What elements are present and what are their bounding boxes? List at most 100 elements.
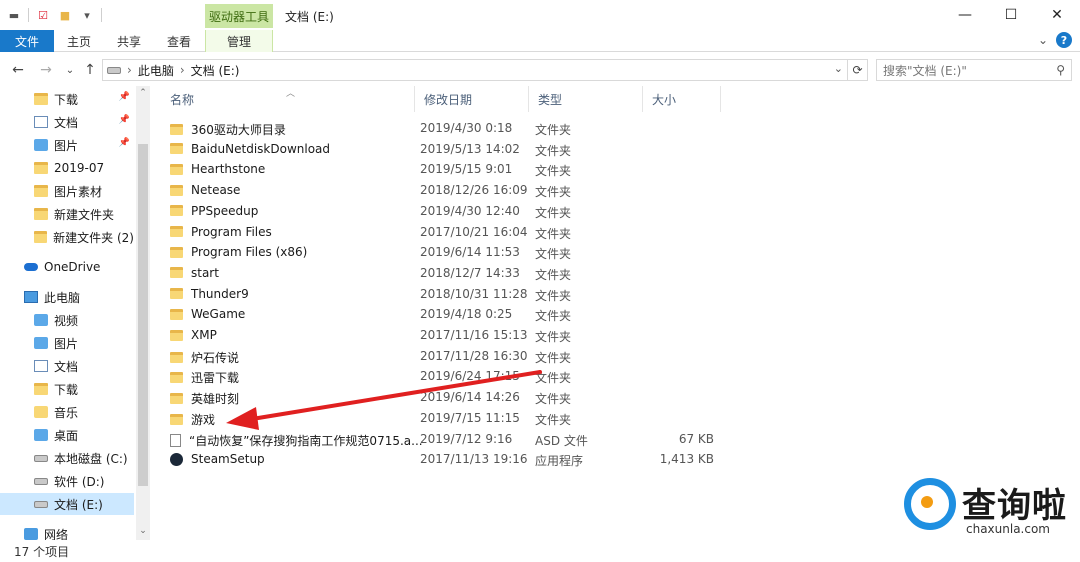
maximize-button[interactable]: ☐ xyxy=(988,0,1034,30)
close-button[interactable]: ✕ xyxy=(1034,0,1080,30)
scrollbar-thumb[interactable] xyxy=(138,144,148,486)
sidebar-item[interactable]: 图片 📌 xyxy=(0,134,134,156)
scroll-down-icon[interactable]: ⌄ xyxy=(136,524,150,538)
sidebar-item-label: 网络 xyxy=(44,527,69,541)
file-name-cell[interactable]: start xyxy=(170,266,219,280)
address-bar[interactable]: › 此电脑 › 文档 (E:) ⌄ xyxy=(102,59,848,81)
sidebar-item[interactable]: 音乐 xyxy=(0,401,134,423)
file-row[interactable]: Thunder9 2018/10/31 11:28 文件夹 xyxy=(170,284,1070,305)
sidebar-item[interactable]: 网络 xyxy=(0,523,134,540)
minimize-button[interactable]: — xyxy=(942,0,988,30)
file-name-cell[interactable]: PPSpeedup xyxy=(170,204,258,218)
file-name-cell[interactable]: 迅雷下载 xyxy=(170,369,239,386)
drive-icon[interactable]: ▬ xyxy=(6,7,22,23)
customize-toolbar-icon[interactable]: ▾ xyxy=(79,7,95,23)
file-row[interactable]: 英雄时刻 2019/6/14 14:26 文件夹 xyxy=(170,387,1070,408)
file-date: 2019/6/14 11:53 xyxy=(420,245,520,260)
search-icon[interactable]: ⚲ xyxy=(1056,63,1065,77)
file-row[interactable]: Hearthstone 2019/5/15 9:01 文件夹 xyxy=(170,159,1070,180)
file-name-cell[interactable]: XMP xyxy=(170,328,217,342)
refresh-button[interactable]: ⟳ xyxy=(848,59,868,81)
sidebar-item[interactable]: 新建文件夹 (2) xyxy=(0,226,134,248)
file-name-cell[interactable]: Program Files xyxy=(170,225,272,239)
file-name-cell[interactable]: Hearthstone xyxy=(170,162,265,176)
folder-icon xyxy=(170,308,183,320)
file-row[interactable]: “自动恢复”保存搜狗指南工作规范0715.a... 2019/7/12 9:16 A… xyxy=(170,429,1070,450)
sidebar-item[interactable]: 本地磁盘 (C:) xyxy=(0,447,134,469)
sidebar-item[interactable]: 桌面 xyxy=(0,424,134,446)
sidebar-item[interactable]: 下载 xyxy=(0,378,134,400)
file-row[interactable]: Program Files 2017/10/21 16:04 文件夹 xyxy=(170,222,1070,243)
tab-view[interactable]: 查看 xyxy=(158,30,200,52)
file-name-cell[interactable]: Thunder9 xyxy=(170,287,249,301)
file-name-cell[interactable]: 360驱动大师目录 xyxy=(170,121,286,138)
file-name-cell[interactable]: BaiduNetdiskDownload xyxy=(170,142,330,156)
scroll-up-icon[interactable]: ⌃ xyxy=(136,86,150,100)
file-row[interactable]: 游戏 2019/7/15 11:15 文件夹 xyxy=(170,408,1070,429)
file-name-cell[interactable]: Program Files (x86) xyxy=(170,245,307,259)
file-name: start xyxy=(191,265,219,280)
file-row[interactable]: 360驱动大师目录 2019/4/30 0:18 文件夹 xyxy=(170,118,1070,139)
sidebar-item[interactable]: 图片素材 xyxy=(0,180,134,202)
new-folder-icon[interactable]: ■ xyxy=(57,7,73,23)
file-date: 2017/11/28 16:30 xyxy=(420,348,528,363)
file-row[interactable]: Netease 2018/12/26 16:09 文件夹 xyxy=(170,180,1070,201)
nav-scrollbar[interactable]: ⌃ ⌄ xyxy=(136,86,150,540)
column-header-type[interactable]: 类型 xyxy=(528,86,642,112)
back-button[interactable]: ← xyxy=(8,60,28,80)
file-row[interactable]: 迅雷下载 2019/6/24 17:15 文件夹 xyxy=(170,366,1070,387)
help-icon[interactable]: ? xyxy=(1056,32,1072,48)
file-name-cell[interactable]: SteamSetup xyxy=(170,452,265,466)
folder-icon xyxy=(170,329,183,341)
sidebar-item[interactable]: 此电脑 xyxy=(0,286,134,308)
sidebar-item[interactable]: 图片 xyxy=(0,332,134,354)
folder-icon xyxy=(170,226,183,237)
sidebar-item-label: 桌面 xyxy=(54,428,79,443)
file-row[interactable]: XMP 2017/11/16 15:13 文件夹 xyxy=(170,325,1070,346)
breadcrumb-current[interactable]: 文档 (E:) xyxy=(191,62,240,79)
tab-home[interactable]: 主页 xyxy=(58,30,100,52)
sidebar-item[interactable]: 下载 📌 xyxy=(0,88,134,110)
address-dropdown-icon[interactable]: ⌄ xyxy=(834,62,843,75)
this-pc-icon xyxy=(24,291,38,303)
expand-ribbon-icon[interactable]: ⌄ xyxy=(1038,33,1048,47)
tab-manage[interactable]: 管理 xyxy=(205,30,273,52)
download-folder-icon xyxy=(34,93,48,105)
file-name-cell[interactable]: 英雄时刻 xyxy=(170,390,239,407)
tab-file[interactable]: 文件 xyxy=(0,30,54,52)
file-type: 文件夹 xyxy=(535,350,572,365)
breadcrumb-this-pc[interactable]: 此电脑 xyxy=(138,62,174,79)
file-name-cell[interactable]: Netease xyxy=(170,183,240,197)
file-row[interactable]: WeGame 2019/4/18 0:25 文件夹 xyxy=(170,304,1070,325)
recent-locations-button[interactable]: ⌄ xyxy=(60,60,80,80)
file-row[interactable]: SteamSetup 2017/11/13 19:16 应用程序 1,413 KB xyxy=(170,449,1070,470)
sidebar-item[interactable]: 2019-07 xyxy=(0,157,134,179)
sidebar-item[interactable]: 文档 (E:) xyxy=(0,493,134,515)
file-date: 2017/10/21 16:04 xyxy=(420,224,528,239)
sidebar-item[interactable]: 视频 xyxy=(0,309,134,331)
file-row[interactable]: BaiduNetdiskDownload 2019/5/13 14:02 文件夹 xyxy=(170,139,1070,160)
file-row[interactable]: 炉石传说 2017/11/28 16:30 文件夹 xyxy=(170,346,1070,367)
column-header-size[interactable]: 大小 xyxy=(642,86,720,112)
column-header-date[interactable]: 修改日期 xyxy=(414,86,528,112)
column-divider[interactable] xyxy=(720,86,721,112)
file-name-cell[interactable]: “自动恢复”保存搜狗指南工作规范0715.a... xyxy=(170,432,423,449)
sidebar-item[interactable]: 文档 xyxy=(0,355,134,377)
file-name-cell[interactable]: 游戏 xyxy=(170,411,215,428)
forward-button[interactable]: → xyxy=(36,60,56,80)
file-row[interactable]: start 2018/12/7 14:33 文件夹 xyxy=(170,263,1070,284)
sidebar-item[interactable]: 文档 📌 xyxy=(0,111,134,133)
drive-icon xyxy=(34,454,48,462)
search-input[interactable]: 搜索"文档 (E:)" ⚲ xyxy=(876,59,1072,81)
up-button[interactable]: ↑ xyxy=(80,60,100,80)
file-row[interactable]: PPSpeedup 2019/4/30 12:40 文件夹 xyxy=(170,201,1070,222)
file-name-cell[interactable]: 炉石传说 xyxy=(170,349,239,366)
sidebar-item[interactable]: OneDrive xyxy=(0,256,134,278)
file-row[interactable]: Program Files (x86) 2019/6/14 11:53 文件夹 xyxy=(170,242,1070,263)
tab-share[interactable]: 共享 xyxy=(108,30,150,52)
sidebar-item-label: 下载 xyxy=(54,382,79,397)
file-name-cell[interactable]: WeGame xyxy=(170,307,245,321)
properties-icon[interactable]: ☑ xyxy=(35,7,51,23)
sidebar-item[interactable]: 新建文件夹 xyxy=(0,203,134,225)
sidebar-item[interactable]: 软件 (D:) xyxy=(0,470,134,492)
